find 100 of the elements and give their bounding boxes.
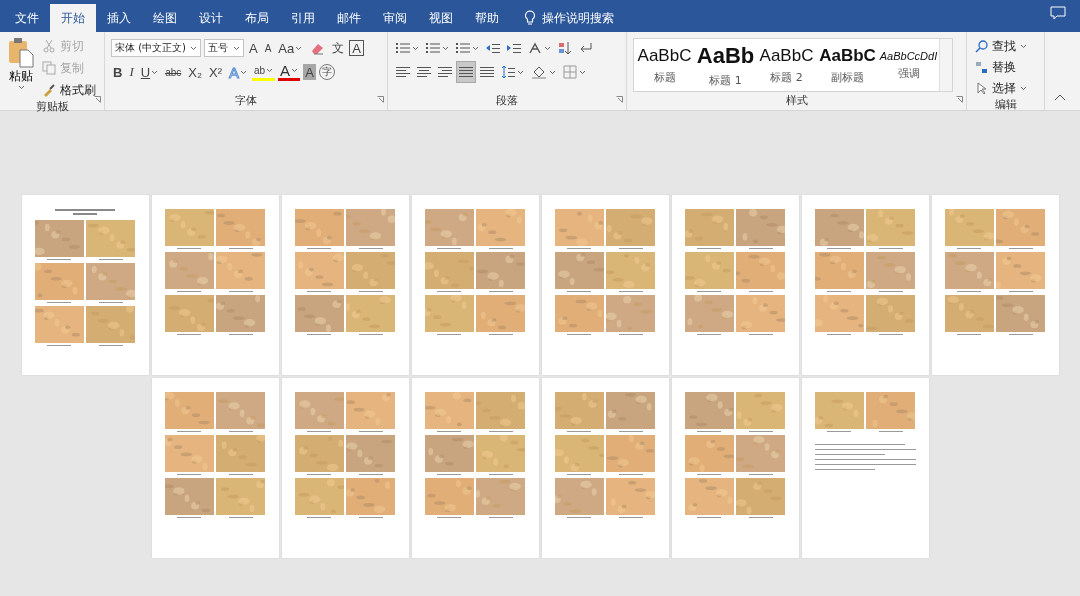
caption-line xyxy=(98,259,123,260)
dialog-launcher-icon[interactable] xyxy=(377,96,384,103)
document-page[interactable] xyxy=(801,378,929,558)
style-option[interactable]: AaBbC 副标题 xyxy=(817,39,878,91)
collapse-ribbon-icon[interactable] xyxy=(1054,93,1066,101)
font-name-field[interactable]: 宋体 (中文正文) xyxy=(111,39,201,57)
caret-icon[interactable] xyxy=(442,45,449,51)
caret-icon[interactable] xyxy=(240,69,247,75)
clipboard-icon xyxy=(8,36,34,68)
ribbon-tab[interactable]: 文件 xyxy=(4,4,50,32)
ribbon-tab[interactable]: 设计 xyxy=(188,4,234,32)
cursor-icon xyxy=(975,81,988,95)
align-icon xyxy=(438,66,452,78)
replace-button[interactable]: 替换 xyxy=(973,57,1038,77)
caption-line xyxy=(358,474,383,475)
text-line xyxy=(814,469,876,470)
caret-icon[interactable] xyxy=(544,45,551,51)
caret-icon[interactable] xyxy=(151,69,159,75)
style-option[interactable]: AaBb 标题 1 xyxy=(695,39,756,91)
font-strike-button[interactable]: abc xyxy=(163,62,184,82)
title-line xyxy=(73,213,97,215)
caret-icon[interactable] xyxy=(190,45,197,51)
caption-line xyxy=(697,431,722,432)
caret-icon[interactable] xyxy=(412,45,419,51)
style-option[interactable]: AaBbC 标题 xyxy=(634,39,695,91)
caption-line xyxy=(437,474,462,475)
caption-line xyxy=(228,517,253,518)
caption-line xyxy=(957,334,982,335)
caption-line xyxy=(567,517,592,518)
caption-line xyxy=(827,334,852,335)
font-sub-button[interactable]: X₂ xyxy=(186,62,204,82)
font-highlight-button[interactable]: ab xyxy=(252,63,276,81)
asian-layout-icon xyxy=(528,42,542,54)
caret-icon[interactable] xyxy=(1020,85,1027,91)
caption-line xyxy=(47,302,72,303)
caption-line xyxy=(98,302,123,303)
caret-icon[interactable] xyxy=(549,69,556,75)
group-label: 剪贴板 xyxy=(35,100,69,114)
style-option[interactable]: AaBbC 标题 2 xyxy=(756,39,817,91)
ribbon-tab[interactable]: 绘图 xyxy=(142,4,188,32)
dialog-launcher-icon[interactable] xyxy=(616,96,623,103)
find-button[interactable]: 查找 xyxy=(973,36,1038,56)
caption-line xyxy=(567,474,592,475)
caption-line xyxy=(567,334,592,335)
caption-line xyxy=(98,345,123,346)
caret-icon[interactable] xyxy=(295,45,303,51)
select-button[interactable]: 选择 xyxy=(973,78,1038,98)
paste-button[interactable]: 粘贴 xyxy=(6,36,36,100)
caption-line xyxy=(47,259,72,260)
gallery-scrollbar[interactable] xyxy=(939,39,952,91)
caption-line xyxy=(228,248,253,249)
dialog-launcher-icon[interactable] xyxy=(956,96,963,103)
caption-line xyxy=(957,291,982,292)
caption-line xyxy=(878,291,903,292)
font-shading-button[interactable]: A xyxy=(303,64,316,80)
align-button[interactable] xyxy=(457,62,475,82)
ribbon-tab[interactable]: 引用 xyxy=(280,4,326,32)
style-option[interactable]: AaBbCcDdI 强调 xyxy=(878,39,939,91)
comment-icon[interactable] xyxy=(1050,6,1066,20)
font-italic-button[interactable]: I xyxy=(127,62,136,82)
align-icon xyxy=(396,66,410,78)
tell-me-field[interactable]: 操作说明搜索 xyxy=(542,9,614,27)
caret-icon[interactable] xyxy=(472,45,479,51)
ribbon-tab[interactable]: 帮助 xyxy=(464,4,510,32)
scissors-icon xyxy=(42,39,56,53)
caret-icon[interactable] xyxy=(233,45,240,51)
caret-icon[interactable] xyxy=(291,68,299,73)
caption-line xyxy=(307,334,332,335)
dialog-launcher-icon[interactable] xyxy=(94,96,101,103)
caret-icon[interactable] xyxy=(17,85,25,90)
caption-line xyxy=(437,248,462,249)
font-underline-button[interactable]: U xyxy=(138,62,161,82)
font-border-button[interactable]: A xyxy=(349,40,364,56)
caret-icon[interactable] xyxy=(266,68,274,73)
font-color-button[interactable]: A xyxy=(278,63,301,81)
text-line xyxy=(814,454,886,455)
indent-icon xyxy=(507,42,521,54)
caption-line xyxy=(307,517,332,518)
ribbon-tab[interactable]: 邮件 xyxy=(326,4,372,32)
borders-icon xyxy=(563,65,577,79)
ribbon-tab[interactable]: 布局 xyxy=(234,4,280,32)
caret-icon[interactable] xyxy=(579,69,586,75)
font-case-button[interactable]: Aa xyxy=(276,38,305,58)
caption-line xyxy=(567,248,592,249)
font-shrink-button[interactable]: A xyxy=(262,38,274,58)
lightbulb-icon[interactable] xyxy=(524,10,536,26)
font-sup-button[interactable]: X² xyxy=(206,62,224,82)
caret-icon[interactable] xyxy=(1020,43,1027,49)
font-size-field[interactable]: 五号 xyxy=(204,39,244,57)
ribbon-tab[interactable]: 视图 xyxy=(418,4,464,32)
caption-line xyxy=(697,248,722,249)
caption-line xyxy=(437,334,462,335)
ribbon-tab[interactable]: 插入 xyxy=(96,4,142,32)
clipboard-button[interactable]: 格式刷 xyxy=(40,80,98,100)
font-phonetic-button[interactable]: 文 xyxy=(330,38,347,58)
font-bold-button[interactable]: B xyxy=(111,62,125,82)
ribbon-tab[interactable]: 审阅 xyxy=(372,4,418,32)
caret-icon[interactable] xyxy=(517,69,524,75)
font-grow-button[interactable]: A xyxy=(247,38,260,58)
ribbon-tab[interactable]: 开始 xyxy=(50,4,96,32)
